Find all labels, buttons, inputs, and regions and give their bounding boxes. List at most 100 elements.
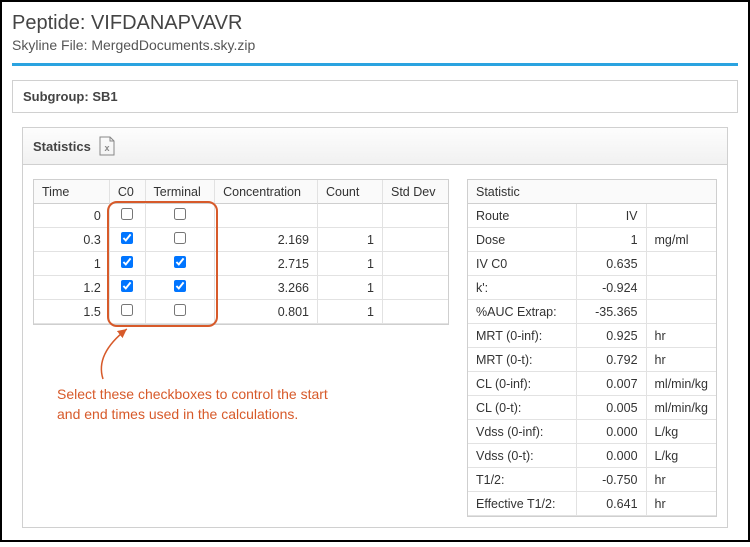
peptide-value: VIFDANAPVAVR xyxy=(91,12,243,34)
stat-value-cell: 0.635 xyxy=(577,252,647,276)
stat-unit-cell: hr xyxy=(647,468,716,492)
stat-unit-cell: ml/min/kg xyxy=(647,372,716,396)
stat-name-cell: CL (0-t): xyxy=(468,396,577,420)
c0-checkbox[interactable] xyxy=(121,280,133,292)
stat-unit-cell xyxy=(647,252,716,276)
table-row: T1/2:-0.750hr xyxy=(468,468,716,492)
excel-export-icon[interactable]: x xyxy=(99,136,115,156)
skyline-label: Skyline File: xyxy=(12,37,87,53)
count-cell: 1 xyxy=(318,276,383,300)
table-row: CL (0-t):0.005ml/min/kg xyxy=(468,396,716,420)
count-cell xyxy=(318,204,383,228)
stat-value-cell: 0.000 xyxy=(577,444,647,468)
peptide-title: Peptide: VIFDANAPVAVR xyxy=(12,12,738,35)
peptide-label: Peptide: xyxy=(12,12,85,34)
count-cell: 1 xyxy=(318,300,383,324)
stat-value-cell: -0.750 xyxy=(577,468,647,492)
statistics-panel: Statistics x Time C0 Terminal xyxy=(22,127,728,528)
stat-value-cell: -0.924 xyxy=(577,276,647,300)
col-time: Time xyxy=(34,180,110,204)
col-terminal: Terminal xyxy=(146,180,216,204)
stat-name-cell: %AUC Extrap: xyxy=(468,300,577,324)
table-row: 0.3 2.1691 xyxy=(34,228,448,252)
statistics-title: Statistics xyxy=(33,139,91,154)
stat-table: Statistic RouteIVDose1mg/mlIV C00.635k':… xyxy=(467,179,717,517)
stat-name-cell: Vdss (0-t): xyxy=(468,444,577,468)
app-window: Peptide: VIFDANAPVAVR Skyline File: Merg… xyxy=(0,0,750,542)
time-cell: 0.3 xyxy=(34,228,110,252)
stat-value-cell: IV xyxy=(577,204,647,228)
stat-name-cell: MRT (0-t): xyxy=(468,348,577,372)
concentration-cell xyxy=(215,204,318,228)
header-divider xyxy=(12,63,738,66)
concentration-cell: 3.266 xyxy=(215,276,318,300)
c0-checkbox[interactable] xyxy=(121,232,133,244)
stat-value-cell: 0.792 xyxy=(577,348,647,372)
table-row: 12.7151 xyxy=(34,252,448,276)
skyline-file-line: Skyline File: MergedDocuments.sky.zip xyxy=(12,37,738,53)
table-row: IV C00.635 xyxy=(468,252,716,276)
col-statistic: Statistic xyxy=(468,180,716,204)
stat-unit-cell: hr xyxy=(647,492,716,516)
stat-name-cell: Dose xyxy=(468,228,577,252)
table-row: 1.5 0.8011 xyxy=(34,300,448,324)
stat-name-cell: Vdss (0-inf): xyxy=(468,420,577,444)
table-row: Dose1mg/ml xyxy=(468,228,716,252)
table-row: CL (0-inf):0.007ml/min/kg xyxy=(468,372,716,396)
subgroup-label: Subgroup: xyxy=(23,89,89,104)
terminal-checkbox[interactable] xyxy=(174,232,186,244)
stat-value-cell: 0.005 xyxy=(577,396,647,420)
c0-checkbox[interactable] xyxy=(121,256,133,268)
stat-name-cell: CL (0-inf): xyxy=(468,372,577,396)
count-cell: 1 xyxy=(318,228,383,252)
stddev-cell xyxy=(383,228,448,252)
stat-name-cell: k': xyxy=(468,276,577,300)
table-row: RouteIV xyxy=(468,204,716,228)
time-cell: 0 xyxy=(34,204,110,228)
stat-name-cell: IV C0 xyxy=(468,252,577,276)
concentration-cell: 0.801 xyxy=(215,300,318,324)
stddev-cell xyxy=(383,276,448,300)
annotation-text: Select these checkboxes to control the s… xyxy=(57,385,337,424)
col-concentration: Concentration xyxy=(215,180,318,204)
concentration-cell: 2.169 xyxy=(215,228,318,252)
stat-unit-cell: hr xyxy=(647,348,716,372)
c0-checkbox[interactable] xyxy=(121,208,133,220)
table-row: 1.2 3.2661 xyxy=(34,276,448,300)
stat-value-cell: 0.000 xyxy=(577,420,647,444)
stddev-cell xyxy=(383,300,448,324)
time-cell: 1.5 xyxy=(34,300,110,324)
terminal-checkbox[interactable] xyxy=(174,280,186,292)
statistics-panel-header: Statistics x xyxy=(23,128,727,165)
table-row: MRT (0-inf):0.925hr xyxy=(468,324,716,348)
stat-unit-cell: L/kg xyxy=(647,444,716,468)
table-row: Vdss (0-t):0.000L/kg xyxy=(468,444,716,468)
stat-name-cell: MRT (0-inf): xyxy=(468,324,577,348)
terminal-checkbox[interactable] xyxy=(174,208,186,220)
time-table-wrap: Time C0 Terminal Concentration Count Std… xyxy=(33,179,449,424)
stat-unit-cell xyxy=(647,300,716,324)
stat-value-cell: 0.925 xyxy=(577,324,647,348)
time-cell: 1.2 xyxy=(34,276,110,300)
col-count: Count xyxy=(318,180,383,204)
table-row: k':-0.924 xyxy=(468,276,716,300)
stat-unit-cell: L/kg xyxy=(647,420,716,444)
terminal-checkbox[interactable] xyxy=(174,256,186,268)
stat-unit-cell xyxy=(647,276,716,300)
stat-value-cell: 0.641 xyxy=(577,492,647,516)
col-c0: C0 xyxy=(110,180,146,204)
c0-checkbox[interactable] xyxy=(121,304,133,316)
skyline-value: MergedDocuments.sky.zip xyxy=(91,37,255,53)
stat-unit-cell: ml/min/kg xyxy=(647,396,716,420)
stat-name-cell: Effective T1/2: xyxy=(468,492,577,516)
svg-text:x: x xyxy=(104,143,109,153)
table-row: Vdss (0-inf):0.000L/kg xyxy=(468,420,716,444)
count-cell: 1 xyxy=(318,252,383,276)
stat-unit-cell xyxy=(647,204,716,228)
terminal-checkbox[interactable] xyxy=(174,304,186,316)
stat-unit-cell: mg/ml xyxy=(647,228,716,252)
table-row: MRT (0-t):0.792hr xyxy=(468,348,716,372)
table-row: %AUC Extrap:-35.365 xyxy=(468,300,716,324)
stat-name-cell: Route xyxy=(468,204,577,228)
time-table: Time C0 Terminal Concentration Count Std… xyxy=(33,179,449,325)
